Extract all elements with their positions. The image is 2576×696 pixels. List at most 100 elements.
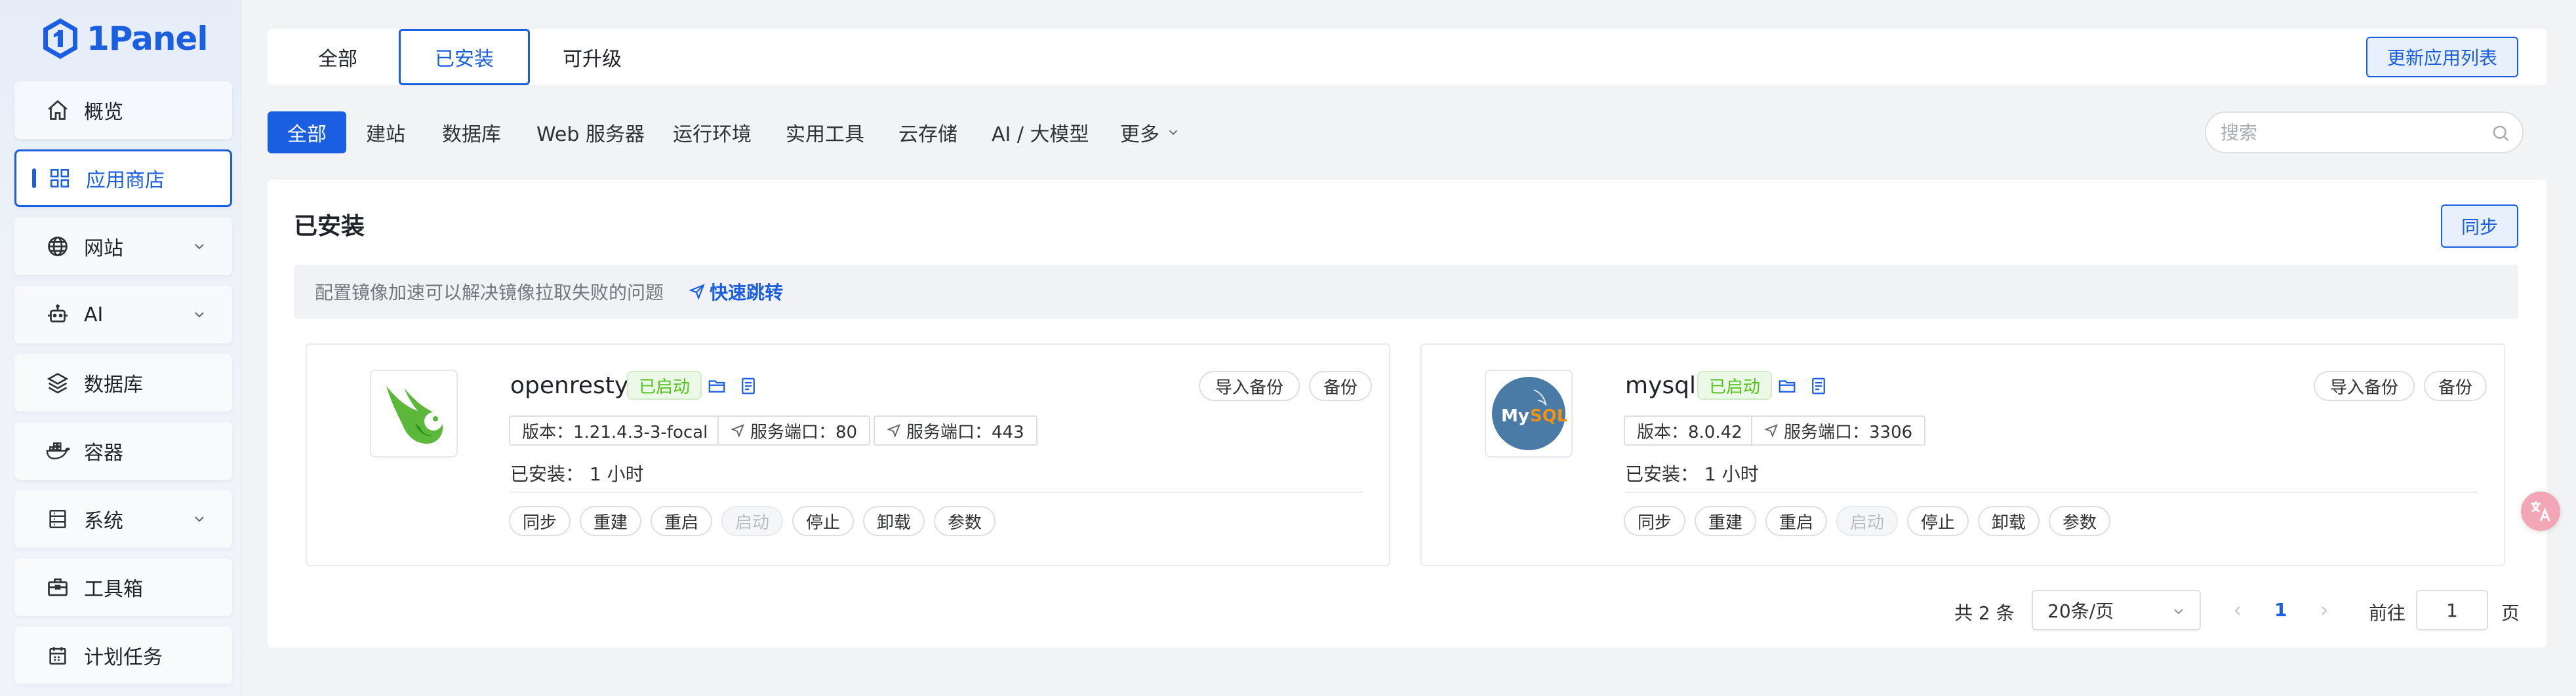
chevron-down-icon — [1169, 130, 1178, 136]
send-icon — [1764, 424, 1778, 438]
sidebar-item-ai[interactable]: AI — [14, 286, 232, 343]
goto-page-input[interactable] — [2416, 590, 2488, 630]
mysql-logo-my: My — [1501, 406, 1529, 426]
category-website[interactable]: 建站 — [366, 111, 405, 153]
port-tag[interactable]: 服务端口：3306 — [1751, 416, 1926, 446]
sidebar-item-system[interactable]: 系统 — [14, 490, 232, 548]
sidebar-item-label: AI — [84, 303, 104, 326]
page-number-current[interactable]: 1 — [2274, 599, 2287, 621]
port-tag[interactable]: 服务端口：80 — [717, 416, 871, 446]
sidebar-item-container[interactable]: 容器 — [14, 422, 232, 480]
sidebar-item-app-store[interactable]: 应用商店 — [14, 149, 232, 207]
brand-name: 1Panel — [87, 20, 208, 58]
status-badge: 已启动 — [1697, 371, 1773, 400]
sync-button[interactable]: 同步 — [2441, 204, 2518, 248]
openresty-logo[interactable] — [370, 370, 458, 457]
backup-button[interactable]: 备份 — [1309, 371, 1372, 401]
category-all[interactable]: 全部 — [268, 111, 346, 153]
sidebar-item-label: 网站 — [84, 237, 123, 260]
uninstall-button[interactable]: 卸载 — [863, 506, 925, 536]
category-more[interactable]: 更多 — [1120, 111, 1180, 153]
start-button[interactable]: 启动 — [1836, 506, 1898, 536]
params-button[interactable]: 参数 — [2049, 506, 2110, 536]
log-document-icon[interactable] — [1809, 376, 1828, 396]
prev-page-icon[interactable] — [2230, 603, 2245, 619]
page-size-value: 20条/页 — [2047, 600, 2114, 622]
send-icon — [689, 284, 705, 300]
sidebar-item-database[interactable]: 数据库 — [14, 354, 232, 412]
sidebar-item-cron[interactable]: 计划任务 — [14, 627, 232, 684]
restart-button[interactable]: 重启 — [651, 506, 712, 536]
grid-icon — [47, 165, 73, 191]
uninstall-button[interactable]: 卸载 — [1978, 506, 2040, 536]
update-app-list-button[interactable]: 更新应用列表 — [2366, 37, 2518, 77]
stop-button[interactable]: 停止 — [1907, 506, 1969, 536]
category-runtime[interactable]: 运行环境 — [673, 111, 752, 153]
search-icon[interactable] — [2491, 123, 2510, 143]
app-name: openresty — [510, 372, 629, 399]
quick-jump-link[interactable]: 快速跳转 — [689, 279, 783, 305]
next-page-icon[interactable] — [2316, 603, 2332, 619]
category-tools[interactable]: 实用工具 — [786, 111, 864, 153]
chevron-down-icon — [195, 244, 204, 250]
app-card-mysql: My SQL mysql 已启动 导入备份 备份 版本：8.0.42 服务端口：… — [1420, 343, 2505, 566]
goto-label: 前往 — [2369, 602, 2406, 624]
sidebar-menu: 概览 应用商店 网站 AI 数据库 容器 系统 工具箱 计划任务 — [14, 81, 232, 695]
sync-app-button[interactable]: 同步 — [1624, 506, 1685, 536]
log-document-icon[interactable] — [738, 376, 758, 396]
sidebar-item-label: 概览 — [84, 101, 123, 124]
stop-button[interactable]: 停止 — [792, 506, 854, 536]
chevron-down-icon — [195, 516, 204, 522]
chevron-down-icon — [195, 312, 204, 318]
params-button[interactable]: 参数 — [934, 506, 996, 536]
notice-text: 配置镜像加速可以解决镜像拉取失败的问题 — [315, 282, 664, 303]
backup-button[interactable]: 备份 — [2424, 371, 2487, 401]
mysql-logo[interactable]: My SQL — [1485, 370, 1573, 457]
quick-jump-label: 快速跳转 — [710, 282, 784, 303]
port-label: 服务端口：80 — [750, 422, 858, 442]
port-label: 服务端口：443 — [906, 422, 1024, 442]
calendar-icon — [45, 642, 71, 668]
version-tag: 版本：8.0.42 — [1624, 416, 1756, 446]
sidebar-item-overview[interactable]: 概览 — [14, 81, 232, 139]
sidebar-item-label: 系统 — [84, 510, 123, 533]
translate-float-button[interactable] — [2521, 492, 2560, 531]
page-size-select[interactable]: 20条/页 — [2032, 590, 2201, 630]
port-tag[interactable]: 服务端口：443 — [874, 416, 1037, 446]
logo[interactable]: 1Panel — [41, 17, 208, 60]
sync-app-button[interactable]: 同步 — [509, 506, 571, 536]
category-cloud-storage[interactable]: 云存储 — [898, 111, 957, 153]
app-name: mysql — [1625, 372, 1696, 399]
globe-icon — [45, 233, 71, 260]
folder-icon[interactable] — [707, 376, 727, 396]
sidebar-item-label: 应用商店 — [86, 169, 165, 192]
tab-all[interactable]: 全部 — [296, 29, 379, 85]
tab-upgradable[interactable]: 可升级 — [550, 29, 635, 85]
toolbox-icon — [45, 574, 71, 600]
import-backup-button[interactable]: 导入备份 — [1199, 371, 1300, 401]
category-web-server[interactable]: Web 服务器 — [536, 111, 645, 153]
category-database[interactable]: 数据库 — [442, 111, 501, 153]
category-ai[interactable]: AI / 大模型 — [992, 111, 1089, 153]
sidebar: 1Panel 概览 应用商店 网站 AI 数据库 容器 系统 工具箱 计划任务 — [0, 0, 241, 696]
start-button[interactable]: 启动 — [721, 506, 783, 536]
sidebar-item-label: 数据库 — [84, 374, 143, 396]
restart-button[interactable]: 重启 — [1765, 506, 1827, 536]
chevron-down-icon — [2174, 609, 2183, 615]
app-card-openresty: openresty 已启动 导入备份 备份 版本：1.21.4.3-3-foca… — [306, 343, 1390, 566]
docker-icon — [45, 438, 71, 464]
app-tabs-bar: 全部 已安装 可升级 更新应用列表 — [268, 29, 2547, 85]
import-backup-button[interactable]: 导入备份 — [2314, 371, 2415, 401]
sidebar-item-website[interactable]: 网站 — [14, 218, 232, 275]
pagination-total: 共 2 条 — [1954, 602, 2015, 624]
rebuild-button[interactable]: 重建 — [1695, 506, 1756, 536]
search-box — [2205, 111, 2524, 153]
sidebar-item-toolbox[interactable]: 工具箱 — [14, 558, 232, 616]
rebuild-button[interactable]: 重建 — [580, 506, 641, 536]
server-icon — [45, 506, 71, 532]
port-label: 服务端口：3306 — [1784, 422, 1913, 442]
folder-icon[interactable] — [1777, 376, 1797, 396]
tab-installed[interactable]: 已安装 — [399, 29, 530, 85]
search-input[interactable] — [2221, 121, 2483, 144]
home-icon — [45, 97, 71, 123]
